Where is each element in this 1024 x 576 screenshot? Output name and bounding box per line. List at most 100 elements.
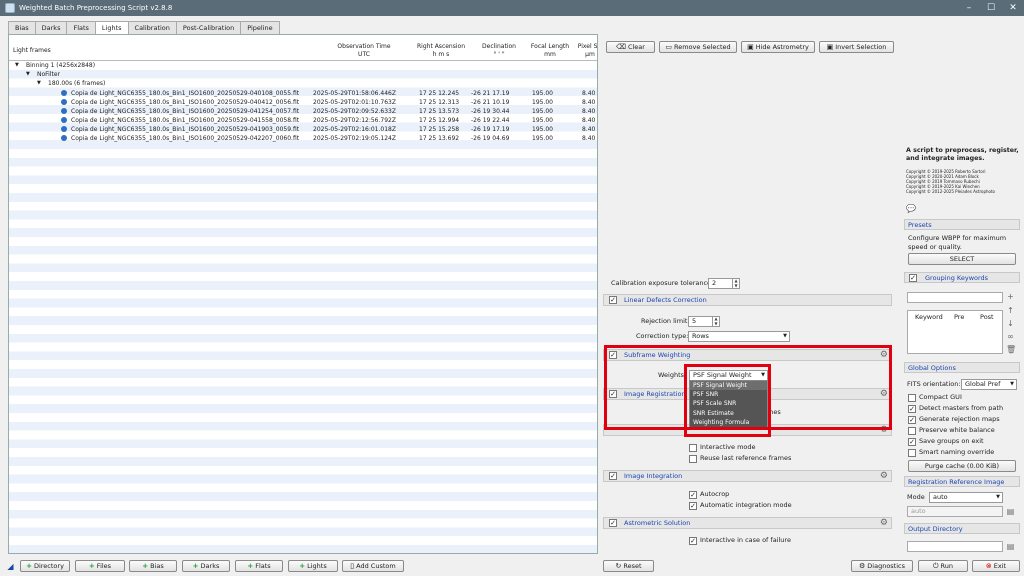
ii-enable-checkbox[interactable]: ✓ (609, 472, 617, 480)
col-focal-length[interactable]: Focal Length mm (525, 43, 575, 59)
spin-arrows-icon[interactable]: ▲ ▼ (712, 316, 719, 326)
new-instance-icon[interactable]: ◢ (6, 562, 15, 571)
move-down-icon[interactable]: ↓ (1006, 319, 1015, 328)
tab-post-calibration[interactable]: Post-Calibration (175, 21, 242, 34)
presets-select-button[interactable]: SELECT (908, 253, 1016, 265)
autocrop-checkbox[interactable]: ✓ (689, 491, 697, 499)
save-groups-checkbox[interactable]: ✓ (908, 438, 916, 446)
detect-masters-checkbox[interactable]: ✓ (908, 405, 916, 413)
add-custom-button[interactable]: ▯ Add Custom (342, 560, 404, 572)
reset-button[interactable]: ↻ Reset (603, 560, 654, 572)
correction-type-select[interactable]: Rows ▼ (688, 331, 790, 342)
spin-arrows-icon[interactable]: ▲ ▼ (732, 278, 739, 288)
keywords-table[interactable]: Keyword Pre Post (907, 310, 1003, 354)
invert-selection-button[interactable]: ▣ Invert Selection (819, 41, 894, 53)
rejection-limit-input[interactable]: 5 ▲ ▼ (688, 316, 720, 327)
output-directory-input[interactable] (907, 541, 1003, 552)
gear-icon[interactable]: ⚙ (880, 518, 888, 529)
reference-path-field[interactable]: auto (907, 506, 1003, 517)
table-row[interactable]: Copia de Light_NGC6355_180.0s_Bin1_ISO16… (9, 134, 597, 143)
table-row[interactable]: Copia de Light_NGC6355_180.0s_Bin1_ISO16… (9, 116, 597, 125)
clear-button[interactable]: ⌫ Clear (606, 41, 655, 53)
maximize-icon[interactable]: ☐ (980, 0, 1002, 16)
section-linear-defects[interactable]: ✓ Linear Defects Correction (603, 294, 892, 306)
table-row[interactable]: Copia de Light_NGC6355_180.0s_Bin1_ISO16… (9, 98, 597, 107)
autocrop-label: Autocrop (700, 490, 730, 498)
registration-reference-title: Registration Reference Image (904, 476, 1020, 487)
ldc-enable-checkbox[interactable]: ✓ (609, 296, 617, 304)
keyword-input[interactable] (907, 292, 1003, 303)
mode-label: Mode (907, 493, 925, 501)
chat-icon[interactable]: 💬 (906, 204, 916, 213)
col-declination[interactable]: Declination ° ' " (473, 43, 525, 59)
highlight-box-dropdown (684, 364, 771, 437)
purge-cache-button[interactable]: Purge cache (0.00 KiB) (908, 460, 1016, 472)
col-right-ascension[interactable]: Right Ascension h m s (409, 43, 473, 59)
run-button[interactable]: ⏻ Run (918, 560, 968, 572)
fits-orientation-select[interactable]: Global Pref ▼ (961, 379, 1017, 390)
chevron-down-icon: ▼ (996, 494, 1000, 500)
global-options-title: Global Options (904, 362, 1020, 373)
output-directory-title: Output Directory (904, 523, 1020, 534)
rejection-limit-label: Rejection limit: (641, 317, 690, 325)
reference-mode-select[interactable]: auto ▼ (929, 492, 1003, 503)
add-icon: + (142, 562, 149, 570)
tab-darks[interactable]: Darks (34, 21, 68, 34)
interactive-mode-label: Interactive mode (700, 443, 756, 451)
group-binning[interactable]: ▼ Binning 1 (4256x2848) (9, 61, 597, 70)
reuse-reference-label: Reuse last reference frames (700, 454, 792, 462)
auto-integration-checkbox[interactable]: ✓ (689, 502, 697, 510)
interactive-failure-checkbox[interactable]: ✓ (689, 537, 697, 545)
group-exposure[interactable]: ▼ 180.00s (6 frames) (9, 79, 597, 88)
interactive-mode-checkbox[interactable] (689, 444, 697, 452)
col-observation-time[interactable]: Observation Time UTC (319, 43, 409, 59)
tab-lights[interactable]: Lights (94, 21, 129, 35)
move-up-icon[interactable]: ↑ (1006, 306, 1015, 315)
table-row[interactable]: Copia de Light_NGC6355_180.0s_Bin1_ISO16… (9, 107, 597, 116)
table-row[interactable]: Copia de Light_NGC6355_180.0s_Bin1_ISO16… (9, 89, 597, 98)
add-lights-button[interactable]: + Lights (288, 560, 338, 572)
section-image-integration[interactable]: ✓ Image Integration ⚙ (603, 470, 892, 482)
add-keyword-icon[interactable]: + (1006, 292, 1015, 301)
close-icon[interactable]: ✕ (1002, 0, 1024, 16)
add-icon: + (247, 562, 254, 570)
tab-pipeline[interactable]: Pipeline (240, 21, 280, 34)
white-balance-checkbox[interactable] (908, 427, 916, 435)
add-files-button[interactable]: + Files (75, 560, 125, 572)
table-header: Light frames Observation Time UTC Right A… (9, 41, 597, 61)
tab-bias[interactable]: Bias (8, 21, 36, 34)
grouping-keywords-header[interactable]: ✓ Grouping Keywords (904, 272, 1020, 283)
exit-icon: ⊗ (985, 562, 992, 570)
add-darks-button[interactable]: + Darks (182, 560, 230, 572)
light-frames-table[interactable]: Light frames Observation Time UTC Right A… (8, 34, 598, 554)
grouping-enable-checkbox[interactable]: ✓ (909, 274, 917, 282)
rejection-maps-checkbox[interactable]: ✓ (908, 416, 916, 424)
smart-naming-checkbox[interactable] (908, 449, 916, 457)
add-flats-button[interactable]: + Flats (235, 560, 283, 572)
table-row[interactable]: Copia de Light_NGC6355_180.0s_Bin1_ISO16… (9, 125, 597, 134)
as-enable-checkbox[interactable]: ✓ (609, 519, 617, 527)
col-light-frames[interactable]: Light frames (13, 47, 51, 55)
browse-icon[interactable]: ▤ (1006, 542, 1015, 551)
tab-calibration[interactable]: Calibration (127, 21, 177, 34)
delete-icon[interactable]: 🗑 (1006, 345, 1016, 354)
col-pixel-size[interactable]: Pixel Sizµm (575, 43, 597, 59)
browse-icon[interactable]: ▤ (1006, 507, 1015, 516)
add-directory-button[interactable]: + Directory (20, 560, 70, 572)
section-astrometric-solution[interactable]: ✓ Astrometric Solution ⚙ (603, 517, 892, 529)
compact-gui-checkbox[interactable] (908, 394, 916, 402)
diagnostics-button[interactable]: ⚙ Diagnostics (851, 560, 913, 572)
link-icon[interactable]: ∞ (1006, 332, 1015, 341)
reuse-reference-checkbox[interactable] (689, 455, 697, 463)
fits-orientation-label: FITS orientation: (907, 380, 961, 388)
group-filter[interactable]: ▼ NoFilter (9, 70, 597, 79)
exit-button[interactable]: ⊗ Exit (972, 560, 1020, 572)
hide-astrometry-button[interactable]: ▣ Hide Astrometry (741, 41, 815, 53)
gear-icon[interactable]: ⚙ (880, 471, 888, 482)
remove-selected-button[interactable]: ▭ Remove Selected (659, 41, 737, 53)
calibration-tolerance-input[interactable]: 2 ▲ ▼ (708, 278, 740, 289)
minimize-icon[interactable]: – (958, 0, 980, 16)
add-bias-button[interactable]: + Bias (129, 560, 177, 572)
tab-flats[interactable]: Flats (66, 21, 96, 34)
about-heading: A script to preprocess, register, and in… (906, 147, 1019, 162)
